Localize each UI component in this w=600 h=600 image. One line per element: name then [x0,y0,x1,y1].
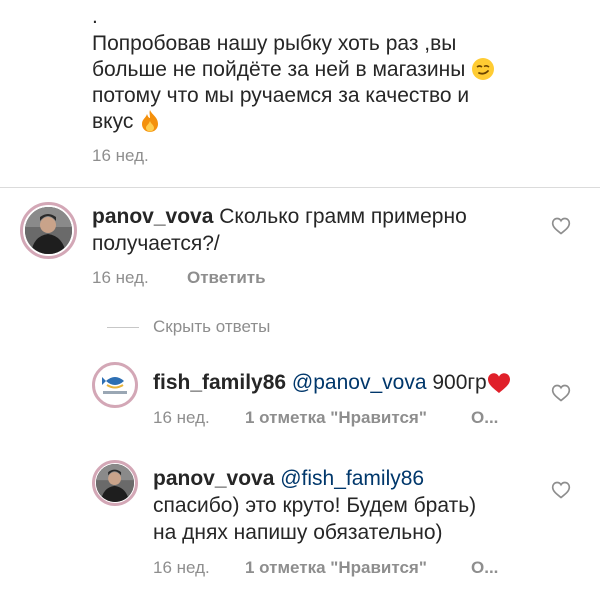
avatar-panov-vova-2[interactable] [92,460,138,506]
avatar-panov-vova[interactable] [20,202,77,259]
like-reply-1-heart-icon[interactable] [551,383,573,405]
reply-2-timestamp: 16 нед. [153,558,210,577]
reply-1-timestamp: 16 нед. [153,408,210,427]
avatar-fish-family86[interactable] [92,362,138,408]
like-reply-2-heart-icon[interactable] [551,480,573,502]
reply-2-likes[interactable]: 1 отметка "Нравится" [245,558,427,578]
comment-1-text-2: получается?/ [92,232,220,255]
comment-1-text-1: Сколько грамм примерно [219,205,467,228]
comment-1-timestamp: 16 нед. [92,268,149,287]
reply-2-mention[interactable]: @fish_family86 [280,467,424,490]
hide-replies-button[interactable]: Скрыть ответы [153,317,270,337]
caption-line-3: потому что мы ручаемся за качество и [92,84,470,107]
red-heart-emoji-icon [487,372,511,401]
fire-emoji-icon [139,109,161,140]
avatar-photo [25,207,72,254]
fish-family-logo-icon [96,366,134,404]
reply-1-text: 900гр [432,371,487,394]
reply-1-line: fish_family86 @panov_vova 900гр [153,370,511,401]
caption-line-1: Попробовав нашу рыбку хоть раз ,вы [92,32,457,55]
caption-timestamp: 16 нед. [92,146,149,165]
reply-1-likes[interactable]: 1 отметка "Нравится" [245,408,427,428]
reply-2-username[interactable]: panov_vova [153,467,274,490]
like-comment-1-heart-icon[interactable] [551,216,573,238]
caption-line-2-text: больше не пойдёте за ней в магазины [92,58,466,81]
reply-2-reply-button[interactable]: О... [471,558,498,578]
caption-dot: . [92,5,98,28]
caption-line-4: вкус [92,109,161,140]
comment-1-username[interactable]: panov_vova [92,205,213,228]
avatar-photo-2 [96,464,134,502]
reply-1-mention[interactable]: @panov_vova [292,371,427,394]
reply-button[interactable]: Ответить [187,268,266,288]
caption-divider [0,187,600,188]
reply-1-username[interactable]: fish_family86 [153,371,286,394]
reply-2-text-2: на днях напишу обязательно) [153,521,443,544]
reply-2-line-1: panov_vova @fish_family86 [153,466,424,492]
reply-2-text-1: спасибо) это круто! Будем брать) [153,494,477,517]
smirk-emoji-icon [471,57,495,88]
hide-replies-line [107,327,139,328]
reply-1-reply-button[interactable]: О... [471,408,498,428]
comment-1-line-1: panov_vova Сколько грамм примерно [92,204,467,230]
caption-line-4-text: вкус [92,110,134,133]
